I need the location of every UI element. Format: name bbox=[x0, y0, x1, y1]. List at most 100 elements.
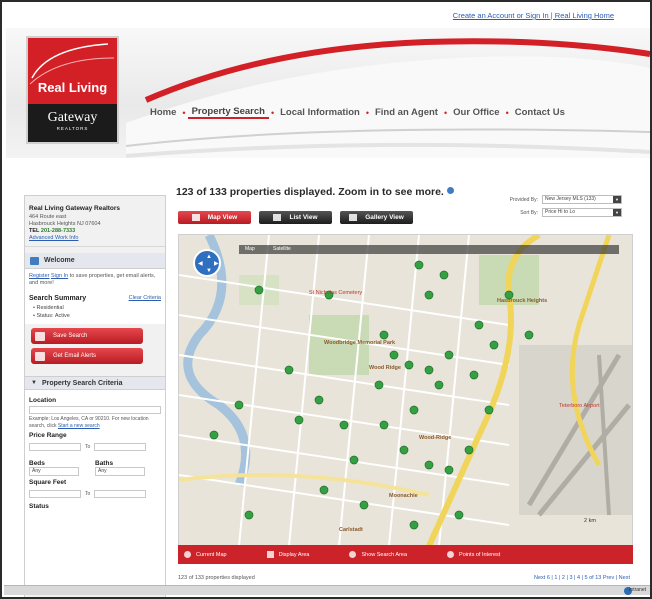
map-label-wood-ridge: Wood-Ridge bbox=[419, 435, 452, 441]
location-input[interactable] bbox=[29, 406, 161, 414]
pan-right-icon: ▶ bbox=[214, 261, 219, 267]
pan-left-icon: ◀ bbox=[198, 261, 203, 267]
logo-office-block: Gateway REALTORS bbox=[28, 104, 117, 142]
sqft-max-input[interactable] bbox=[94, 490, 147, 498]
location-label: Location bbox=[29, 397, 57, 404]
criteria-title: Property Search Criteria bbox=[41, 379, 123, 387]
welcome-title: Welcome bbox=[44, 257, 75, 264]
baths-label: Baths bbox=[95, 460, 114, 467]
criteria-header[interactable]: ▼ Property Search Criteria bbox=[25, 376, 165, 390]
map-scale: 2 km bbox=[584, 518, 596, 524]
beds-label: Beds bbox=[29, 460, 45, 467]
nav-local-information[interactable]: Local Information bbox=[276, 107, 364, 118]
nav-home[interactable]: Home bbox=[146, 107, 180, 118]
map-view-button[interactable]: Map View bbox=[178, 211, 251, 224]
map-label-hasbrouck: Hasbrouck Heights bbox=[497, 298, 548, 304]
brand-logo[interactable]: Real Living Gateway REALTORS bbox=[26, 36, 119, 144]
nav-separator: • bbox=[443, 107, 448, 118]
phone-number[interactable]: 201-288-7333 bbox=[41, 228, 75, 234]
clear-criteria-link[interactable]: Clear Criteria bbox=[129, 295, 161, 302]
pagination[interactable]: Next 6 | 1 | 2 | 3 | 4 | 5 of 13 Prev | … bbox=[534, 575, 630, 581]
gallery-view-button[interactable]: Gallery View bbox=[340, 211, 413, 224]
search-summary-list: • Residential • Status: Active bbox=[25, 304, 165, 324]
logo-brand-text: Real Living bbox=[37, 80, 108, 95]
map-label-park: Woodbridge Memorial Park bbox=[324, 340, 396, 346]
nav-separator: • bbox=[365, 107, 369, 118]
sort-controls: Provided By: New Jersey MLS (133) ▼ Sort … bbox=[500, 195, 622, 221]
gallery-icon bbox=[349, 214, 358, 221]
map-pin-icon bbox=[184, 551, 191, 558]
list-view-button[interactable]: List View bbox=[259, 211, 332, 224]
help-icon[interactable] bbox=[446, 187, 454, 194]
chevron-down-icon: ▼ bbox=[613, 196, 621, 203]
office-info-link[interactable]: Advanced Work Info bbox=[29, 235, 161, 242]
browser-frame: Create an Account or Sign In | Real Livi… bbox=[0, 0, 652, 599]
baths-select[interactable]: Any bbox=[95, 467, 145, 476]
price-to-label: To bbox=[85, 444, 91, 450]
view-tabs: Map View List View Gallery View bbox=[178, 211, 413, 224]
mail-icon bbox=[35, 351, 45, 361]
email-alerts-label: Get Email Alerts bbox=[53, 353, 97, 359]
main-nav: Home • Property Search • Local Informati… bbox=[146, 106, 569, 119]
save-search-button[interactable]: Save Search bbox=[31, 328, 143, 344]
provided-by-label: Provided By: bbox=[509, 196, 538, 203]
save-search-label: Save Search bbox=[53, 333, 88, 339]
map-label-airport: Teterboro Airport bbox=[559, 403, 600, 409]
beds-select[interactable]: Any bbox=[29, 467, 79, 476]
sign-in-link[interactable]: Sign In bbox=[51, 273, 68, 279]
map-label-cemetery: St Nicholas Cemetery bbox=[309, 290, 363, 296]
new-search-link[interactable]: Start a new search bbox=[58, 423, 100, 429]
nav-contact-us[interactable]: Contact Us bbox=[511, 107, 569, 118]
star-icon bbox=[447, 551, 455, 558]
property-map[interactable]: Map Satellite ▲ ▼ ◀ ▶ Hasbrouck Heights … bbox=[178, 234, 633, 564]
email-alerts-button[interactable]: Get Email Alerts bbox=[31, 348, 143, 364]
display-area-toggle[interactable]: Display Area bbox=[266, 551, 309, 558]
search-summary-title: Search Summary bbox=[29, 295, 87, 302]
sqft-to-label: To bbox=[85, 491, 91, 497]
nav-property-search[interactable]: Property Search bbox=[187, 106, 269, 119]
sqft-min-input[interactable] bbox=[29, 490, 81, 498]
nav-find-agent[interactable]: Find an Agent bbox=[371, 107, 442, 118]
search-area-toggle[interactable]: Show Search Area bbox=[349, 551, 407, 558]
provided-by-select[interactable]: New Jersey MLS (133) ▼ bbox=[542, 195, 622, 204]
map-type-bar: Map Satellite bbox=[239, 245, 619, 254]
list-item: • Residential bbox=[33, 305, 64, 311]
office-address-1: 464 Route east bbox=[29, 214, 67, 220]
logo-tagline: REALTORS bbox=[56, 126, 89, 131]
price-min-input[interactable] bbox=[29, 443, 81, 451]
map-canvas[interactable] bbox=[179, 235, 633, 546]
nav-separator: • bbox=[182, 107, 186, 118]
current-map-toggle[interactable]: Current Map bbox=[184, 551, 227, 558]
results-footer: 123 of 133 properties displayed Next 6 |… bbox=[178, 575, 630, 581]
map-type-satellite[interactable]: Satellite bbox=[273, 246, 291, 252]
site-header: Real Living Gateway REALTORS Home • Prop… bbox=[6, 28, 650, 158]
results-heading: 123 of 133 properties displayed. Zoom in… bbox=[176, 186, 454, 198]
welcome-header: Welcome bbox=[25, 253, 165, 269]
user-icon bbox=[30, 256, 39, 265]
account-link[interactable]: Create an Account or Sign In | Real Livi… bbox=[453, 11, 614, 20]
price-range: To bbox=[29, 441, 161, 453]
poi-toggle[interactable]: Points of Interest bbox=[447, 551, 500, 558]
checkbox-icon bbox=[266, 551, 274, 558]
results-count: 123 of 133 properties displayed bbox=[178, 575, 255, 581]
register-link[interactable]: Register bbox=[29, 273, 49, 279]
price-max-input[interactable] bbox=[94, 443, 147, 451]
sort-by-select[interactable]: Price Hi to Lo ▼ bbox=[542, 208, 622, 217]
map-label-carlstadt: Carlstadt bbox=[339, 527, 363, 533]
status-label: Status bbox=[29, 503, 49, 510]
nav-separator: • bbox=[505, 107, 509, 118]
header-swoosh-graphic bbox=[126, 38, 650, 158]
map-toolbar: Current Map Display Area Show Search Are… bbox=[178, 545, 633, 564]
map-pan-control[interactable]: ▲ ▼ ◀ ▶ bbox=[193, 249, 221, 277]
nav-our-office[interactable]: Our Office bbox=[449, 107, 503, 118]
phone-label: TEL bbox=[29, 228, 40, 234]
sqft-range: To bbox=[29, 488, 161, 500]
map-type-map[interactable]: Map bbox=[245, 246, 255, 252]
office-phone: TEL 201-288-7333 bbox=[29, 228, 161, 235]
status-text: Intranet bbox=[629, 587, 646, 593]
logo-office-text: Gateway bbox=[47, 110, 98, 125]
welcome-text: Register Sign In to save properties, get… bbox=[25, 269, 165, 291]
office-address-2: Hasbrouck Heights NJ 07604 bbox=[29, 221, 101, 227]
map-icon bbox=[191, 214, 200, 221]
search-area-icon bbox=[349, 551, 357, 558]
